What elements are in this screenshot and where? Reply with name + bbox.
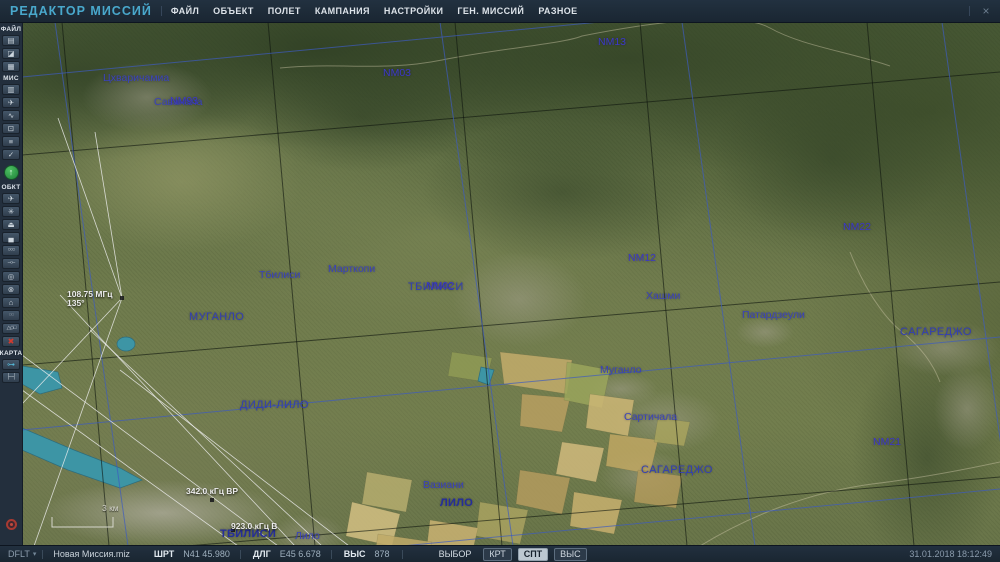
preset-label: DFLT <box>8 549 30 559</box>
menu-campaign[interactable]: КАМПАНИЯ <box>315 6 370 16</box>
divider <box>330 549 332 559</box>
tool-icon: ∿ <box>7 111 15 120</box>
divider <box>239 549 241 559</box>
divider <box>969 6 970 16</box>
tool-icon: ◎ <box>7 272 15 281</box>
warning-indicator-icon[interactable] <box>5 519 17 530</box>
add-airplane-button[interactable]: ✈ <box>2 193 20 204</box>
preset-dropdown[interactable]: DFLT ▾ <box>8 549 36 559</box>
menu-flight[interactable]: ПОЛЕТ <box>268 6 301 16</box>
fly-mission-button[interactable]: ↑ <box>3 165 19 180</box>
tool-icon: ▥ <box>7 85 15 94</box>
toggle-map-view[interactable]: КРТ <box>483 547 512 561</box>
toggle-elevation-view[interactable]: ВЫС <box>554 547 587 561</box>
view-toggles: КРТ СПТ ВЫС <box>483 547 587 561</box>
measure-distance-button[interactable]: ├─┤ <box>2 372 20 383</box>
mission-editor-window: РЕДАКТОР МИССИЙ ФАЙЛ ОБЪЕКТ ПОЛЕТ КАМПАНИЯ Н… <box>0 0 1000 562</box>
chevron-down-icon: ▾ <box>32 551 37 558</box>
close-icon[interactable]: × <box>978 3 994 19</box>
mission-resources-button[interactable]: ≡ <box>2 136 20 147</box>
tool-icon: ⊶ <box>7 360 15 369</box>
map-canvas[interactable]: Цхваричамиа Саванала NM93 NM03 NM13 NM22 NM12 N… <box>22 22 1000 546</box>
tool-icon: ◌◌ <box>8 312 14 318</box>
map-overlay <box>22 22 1000 546</box>
tool-icon: ▦ <box>7 62 15 71</box>
altitude-value: 878 <box>374 549 390 559</box>
menu-misc[interactable]: РАЗНОЕ <box>538 6 577 16</box>
menu-object[interactable]: ОБЪЕКТ <box>213 6 254 16</box>
add-static-object-button[interactable]: –○– <box>2 258 20 269</box>
bullseye-button[interactable]: ⊡ <box>2 123 20 134</box>
map-key-button[interactable]: ⊶ <box>2 359 20 370</box>
tool-icon: ⊡ <box>7 124 15 133</box>
route-tool-button[interactable]: ∿ <box>2 110 20 121</box>
tool-icon: ▤ <box>7 36 15 45</box>
datetime-stamp: 31.01.2018 18:12:49 <box>909 549 992 559</box>
scale-bar <box>51 517 114 528</box>
add-train-button[interactable]: ○○○ <box>2 245 20 256</box>
add-trigger-zone-button[interactable]: ⊗ <box>2 284 20 295</box>
add-helicopter-button[interactable]: ✳ <box>2 206 20 217</box>
tool-icon: ✖ <box>7 337 15 346</box>
toggle-satellite-view[interactable]: СПТ <box>517 547 549 561</box>
sidebar-section-file: ФАЙЛ <box>0 26 22 33</box>
menu-mission-generator[interactable]: ГЕН. МИССИЙ <box>457 6 524 16</box>
divider <box>160 6 162 16</box>
delete-object-button[interactable]: ✖ <box>2 336 20 347</box>
sidebar-section-objects: ОБКТ <box>1 184 21 191</box>
tool-icon: ○○○ <box>7 247 16 253</box>
new-mission-button[interactable]: ▤ <box>2 35 20 46</box>
divider <box>401 549 403 559</box>
sidebar-section-map: КАРТА <box>0 350 23 357</box>
tool-icon: ✓ <box>7 150 15 159</box>
longitude-value: E45 6.678 <box>279 549 321 559</box>
altitude-label: ВЫС <box>343 549 366 559</box>
add-farp-button[interactable]: ⌂ <box>2 297 20 308</box>
divider <box>42 549 44 559</box>
top-menu-bar: РЕДАКТОР МИССИЙ ФАЙЛ ОБЪЕКТ ПОЛЕТ КАМПАНИЯ Н… <box>0 0 1000 23</box>
tool-icon: ✈ <box>7 194 15 203</box>
add-template-button[interactable]: ◎ <box>2 271 20 282</box>
open-mission-button[interactable]: ◪ <box>2 48 20 59</box>
mission-goals-button[interactable]: ✈ <box>2 97 20 108</box>
mission-filename: Новая Миссия.miz <box>53 549 130 559</box>
tool-icon: ⌂ <box>8 298 14 307</box>
tool-icon: ▄ <box>8 233 14 242</box>
tool-icon: ⏏ <box>7 220 15 229</box>
tool-icon: ⊗ <box>7 285 15 294</box>
add-linked-group-button[interactable]: ◌◌ <box>2 310 20 321</box>
tool-icon: ✳ <box>7 207 15 216</box>
longitude-label: ДЛГ <box>252 549 271 559</box>
tool-icon: ✈ <box>7 98 15 107</box>
mission-check-button[interactable]: ✓ <box>2 149 20 160</box>
add-initial-point-button[interactable]: △◇□ <box>2 323 20 334</box>
briefing-button[interactable]: ▥ <box>2 84 20 95</box>
tool-icon: △◇□ <box>6 325 17 331</box>
main-menu: ФАЙЛ ОБЪЕКТ ПОЛЕТ КАМПАНИЯ НАСТРОЙКИ ГЕН. МИС… <box>171 6 578 16</box>
app-title: РЕДАКТОР МИССИЙ <box>10 4 152 18</box>
select-mode-label: ВЫБОР <box>438 549 472 559</box>
status-bar: DFLT ▾ Новая Миссия.miz ШРТ N41 45.980 Д… <box>0 545 1000 562</box>
menu-settings[interactable]: НАСТРОЙКИ <box>384 6 443 16</box>
menu-file[interactable]: ФАЙЛ <box>171 6 199 16</box>
tool-icon: ≡ <box>8 137 14 146</box>
add-ship-button[interactable]: ⏏ <box>2 219 20 230</box>
save-mission-button[interactable]: ▦ <box>2 61 20 72</box>
tool-icon: ◪ <box>7 49 15 58</box>
tool-sidebar: ФАЙЛ ▤ ◪ ▦ МИС ▥ ✈ ∿ ⊡ ≡ ✓ ↑ ОБКТ ✈ ✳ ⏏ ▄ ○○○ –○– ◎ ⊗ ⌂… <box>0 22 23 546</box>
add-vehicle-button[interactable]: ▄ <box>2 232 20 243</box>
latitude-label: ШРТ <box>153 549 175 559</box>
tool-icon: ├─┤ <box>6 374 17 380</box>
sidebar-section-mission: МИС <box>3 75 19 82</box>
latitude-value: N41 45.980 <box>183 549 230 559</box>
tool-icon: –○– <box>7 260 16 266</box>
